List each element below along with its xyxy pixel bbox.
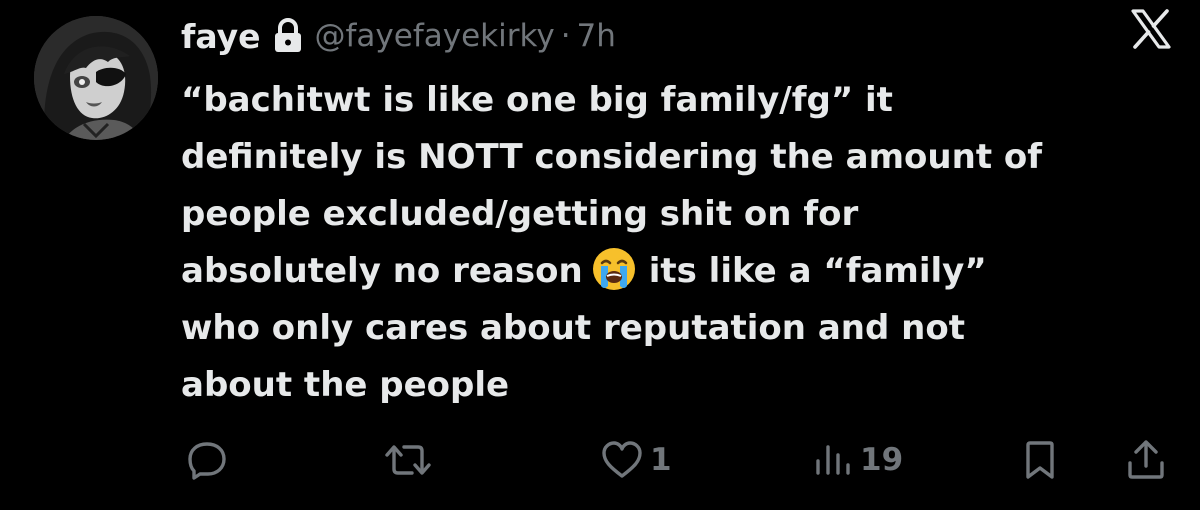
tweet-text-fragment: its like a “family” — [648, 251, 987, 291]
tweet-text-line: people excluded/getting shit on for — [181, 194, 859, 234]
tweet-text-line: definitely is NOTT considering the amoun… — [181, 137, 1043, 177]
repost-button[interactable] — [384, 430, 432, 490]
tweet-text-line-with-emoji: absolutely no reason its like a “family” — [181, 243, 1171, 300]
bookmark-button[interactable] — [1022, 430, 1058, 490]
tweet-card[interactable]: faye @fayefayekirky · 7h “bachitwt is li… — [0, 0, 1200, 510]
separator-dot: · — [560, 18, 571, 54]
timestamp[interactable]: 7h — [577, 18, 616, 54]
tweet-text-fragment: absolutely no reason — [181, 251, 583, 291]
views-bar-chart-icon — [816, 445, 850, 475]
loudly-crying-face-emoji-icon — [591, 246, 637, 292]
tweet-actions: 1 19 — [0, 430, 1200, 490]
tweet-text-line: who only cares about reputation and not — [181, 308, 965, 348]
x-logo-icon — [1130, 8, 1172, 50]
views-count: 19 — [860, 442, 904, 478]
avatar[interactable] — [34, 16, 158, 140]
avatar-image — [34, 16, 158, 140]
views-button[interactable]: 19 — [814, 430, 903, 490]
user-handle[interactable]: @fayefayekirky — [315, 18, 555, 54]
tweet-header: faye @fayefayekirky · 7h — [181, 10, 616, 62]
like-count: 1 — [650, 442, 672, 478]
like-button[interactable]: 1 — [600, 430, 672, 490]
share-button[interactable] — [1126, 430, 1166, 490]
bookmark-icon — [1026, 441, 1054, 479]
repost-icon — [385, 445, 431, 475]
tweet-text-line: “bachitwt is like one big family/fg” it — [181, 80, 893, 120]
tweet-text: “bachitwt is like one big family/fg” it … — [181, 72, 1171, 414]
share-icon — [1128, 440, 1164, 479]
reply-button[interactable] — [186, 430, 228, 490]
tweet-text-line: about the people — [181, 365, 510, 405]
heart-icon — [602, 441, 642, 478]
lock-icon — [273, 18, 303, 54]
display-name[interactable]: faye — [181, 17, 261, 56]
reply-icon — [188, 442, 226, 480]
